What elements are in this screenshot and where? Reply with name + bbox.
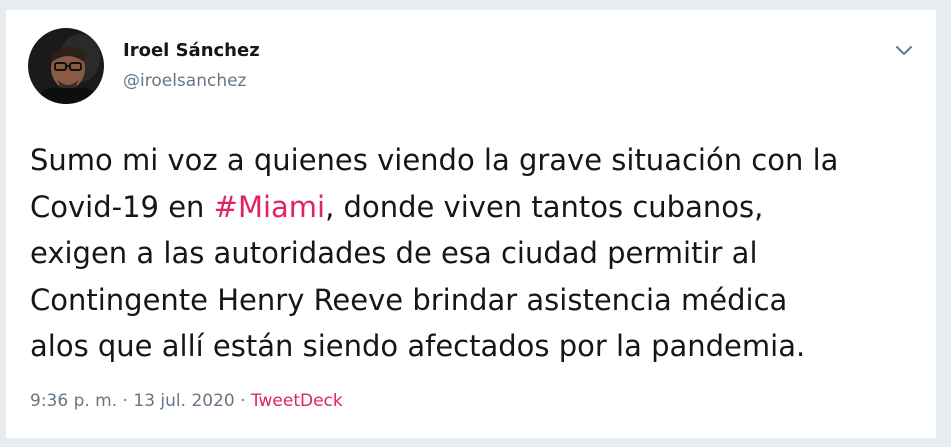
tweet-text-line: Covid-19 en #Miami, donde viven tantos c… xyxy=(30,184,920,231)
chevron-down-icon[interactable] xyxy=(891,38,917,64)
author-handle[interactable]: @iroelsanchez xyxy=(123,71,246,91)
tweet-date[interactable]: 13 jul. 2020 xyxy=(133,391,234,411)
meta-separator: · xyxy=(117,391,134,411)
tweet-text-segment: Covid-19 en xyxy=(30,189,214,224)
avatar[interactable] xyxy=(28,28,104,104)
tweet-text-line: exigen a las autoridades de esa ciudad p… xyxy=(30,236,758,270)
tweet-card: Iroel Sánchez @iroelsanchez Sumo mi voz … xyxy=(5,9,937,439)
tweet-text-line: Contingente Henry Reeve brindar asistenc… xyxy=(30,282,788,317)
tweet-meta: 9:36 p. m. · 13 jul. 2020 · TweetDeck xyxy=(30,391,343,411)
avatar-image xyxy=(28,28,104,104)
tweet-text-segment: , donde viven tantos cubanos, xyxy=(325,189,764,224)
hashtag-link[interactable]: #Miami xyxy=(214,190,325,224)
tweet-text-line: Sumo mi voz a quienes viendo la grave si… xyxy=(30,143,839,177)
tweet-time[interactable]: 9:36 p. m. xyxy=(30,391,117,411)
meta-separator: · xyxy=(234,391,251,411)
tweet-source-link[interactable]: TweetDeck xyxy=(251,391,343,411)
author-name[interactable]: Iroel Sánchez xyxy=(123,40,260,61)
divider xyxy=(30,438,916,439)
tweet-text: Sumo mi voz a quienes viendo la grave si… xyxy=(30,137,920,370)
tweet-text-line: alos que allí están siendo afectados por… xyxy=(30,329,806,363)
